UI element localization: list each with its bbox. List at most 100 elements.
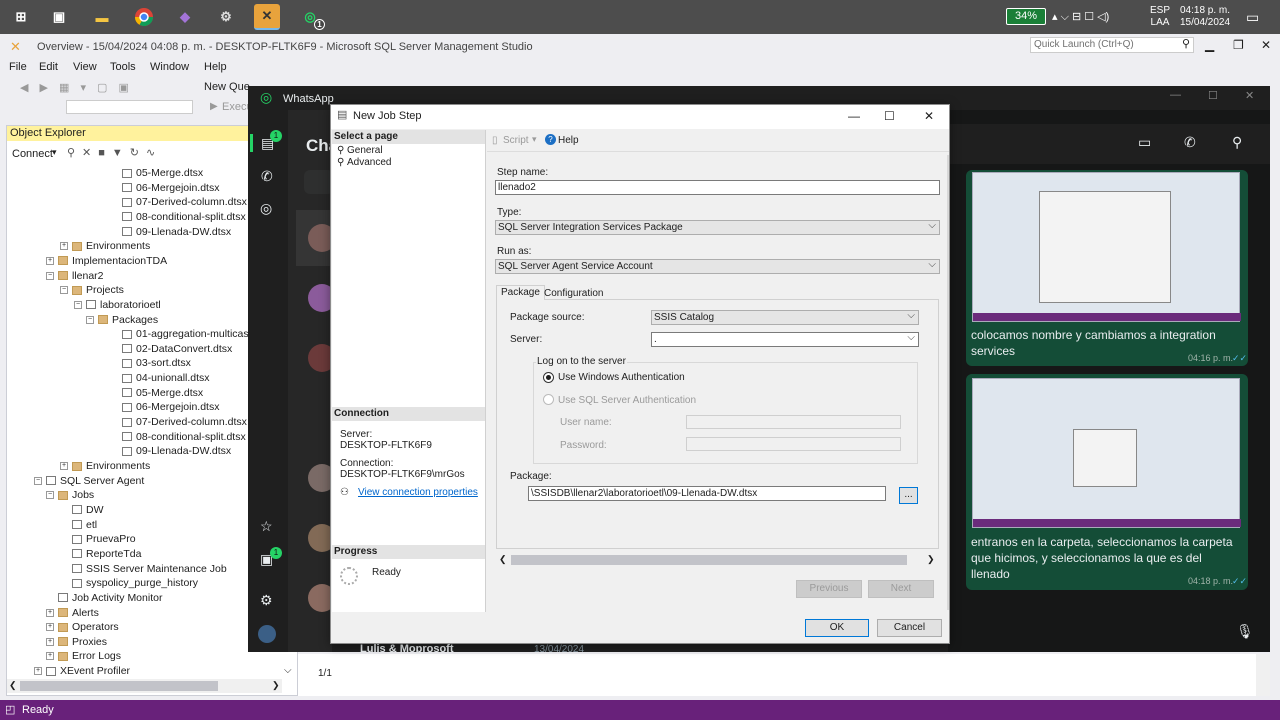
tree-node[interactable]: 03-sort.dtsx [110, 356, 191, 370]
expand-icon[interactable]: + [46, 623, 54, 632]
scrollbar-thumb[interactable] [511, 555, 907, 565]
dialog-minimize-button[interactable]: — [848, 105, 860, 127]
whatsapp-taskbar-icon[interactable]: ◎ 1 [297, 4, 325, 30]
dialog-close-button[interactable]: ✕ [924, 105, 934, 127]
menu-edit[interactable]: Edit [39, 61, 58, 73]
script-dropdown-icon[interactable]: ▾ [532, 134, 537, 145]
wa-close-button[interactable]: ✕ [1245, 89, 1254, 102]
nav-back-forward-icons[interactable]: ◀ ▶ ▦ ▾ ▢ ▣ [20, 81, 133, 94]
tree-node[interactable]: 09-Llenada-DW.dtsx [110, 225, 231, 239]
menu-help[interactable]: Help [204, 61, 227, 73]
dialog-maximize-button[interactable]: ☐ [884, 105, 895, 127]
server-combobox[interactable]: . [651, 331, 919, 347]
tab-package[interactable]: Package [496, 285, 545, 300]
tree-node[interactable]: + Alerts [46, 606, 99, 620]
tree-node[interactable]: − laboratorioetl [74, 298, 161, 312]
tree-node[interactable]: + XEvent Profiler [34, 664, 130, 678]
tree-node[interactable]: − Packages [86, 313, 158, 327]
scroll-right-icon[interactable]: ❯ [927, 554, 935, 565]
tree-node[interactable]: + Proxies [46, 635, 107, 649]
menu-file[interactable]: File [9, 61, 27, 73]
clock[interactable]: 04:18 p. m. 15/04/2024 [1180, 0, 1230, 34]
next-button[interactable]: Next [868, 580, 934, 598]
page-general[interactable]: General [347, 145, 383, 156]
starred-icon[interactable]: ☆ [260, 518, 273, 535]
tree-node[interactable]: 08-conditional-split.dtsx [110, 210, 246, 224]
tree-node[interactable]: etl [60, 518, 97, 532]
tree-node[interactable]: ReporteTda [60, 547, 141, 561]
tree-node[interactable]: + Environments [60, 239, 150, 253]
tree-node[interactable]: 07-Derived-column.dtsx [110, 415, 247, 429]
windows-start-icon[interactable]: ⊞ [8, 4, 34, 30]
scrollbar-thumb[interactable] [20, 681, 218, 691]
collapse-icon[interactable]: − [74, 300, 82, 309]
script-button[interactable]: Script [503, 135, 529, 146]
connect-dropdown-icon[interactable]: ▾ [52, 147, 57, 158]
tab-horizontal-scrollbar[interactable]: ❮ ❯ [497, 553, 938, 567]
microphone-icon[interactable]: 🎙 [1236, 623, 1254, 640]
tab-configuration[interactable]: Configuration [540, 287, 607, 302]
expand-icon[interactable]: + [46, 652, 54, 661]
quick-launch-input[interactable]: Quick Launch (Ctrl+Q) [1030, 37, 1194, 53]
package-path-input[interactable]: \SSISDB\llenar2\laboratorioetl\09-Llenad… [528, 486, 886, 501]
explorer-tool-icons[interactable]: ⚲✕■▼↻∿ [67, 146, 162, 159]
tree-node[interactable]: − Projects [60, 283, 124, 297]
tree-node[interactable]: + Error Logs [46, 649, 121, 663]
expand-icon[interactable]: + [60, 462, 68, 470]
tree-node[interactable]: 01-aggregation-multicast.d [110, 327, 260, 341]
tree-node[interactable]: + Environments [60, 459, 150, 473]
file-explorer-icon[interactable]: ▬ [89, 4, 115, 30]
tree-node[interactable]: 07-Derived-column.dtsx [110, 195, 247, 209]
scroll-left-icon[interactable]: ❮ [9, 680, 17, 691]
expand-icon[interactable]: + [34, 667, 42, 676]
menu-view[interactable]: View [73, 61, 97, 73]
tree-node[interactable]: + ImplementacionTDA [46, 254, 167, 268]
tree-node[interactable]: SSIS Server Maintenance Job [60, 562, 227, 576]
language-indicator[interactable]: ESP LAA [1150, 0, 1170, 34]
tree-node[interactable]: PruevaPro [60, 532, 136, 546]
help-button[interactable]: Help [558, 135, 579, 146]
search-icon[interactable]: ⚲ [1232, 134, 1242, 151]
package-source-select[interactable]: SSIS Catalog [651, 309, 919, 325]
calls-icon[interactable]: ✆ [261, 168, 273, 185]
scroll-left-icon[interactable]: ❮ [499, 554, 507, 565]
tree-node[interactable]: 08-conditional-split.dtsx [110, 430, 246, 444]
tree-node[interactable]: 09-Llenada-DW.dtsx [110, 444, 231, 458]
tree-node[interactable]: DW [60, 503, 104, 517]
tree-node[interactable]: Job Activity Monitor [46, 591, 162, 605]
collapse-icon[interactable]: − [60, 286, 68, 295]
run-as-select[interactable]: SQL Server Agent Service Account [495, 258, 940, 274]
chrome-icon[interactable] [131, 4, 157, 30]
expand-icon[interactable]: + [46, 608, 54, 617]
tree-node[interactable]: 06-Mergejoin.dtsx [110, 181, 219, 195]
ssms-taskbar-icon[interactable]: ✕ [254, 4, 280, 30]
view-connection-properties-link[interactable]: View connection properties [358, 487, 478, 498]
visual-studio-icon[interactable]: ◆ [172, 4, 198, 30]
execute-icon[interactable]: ▶ [210, 101, 218, 112]
ok-button[interactable]: OK [805, 619, 869, 637]
wa-minimize-button[interactable]: — [1170, 89, 1181, 101]
voice-call-icon[interactable]: ✆ [1184, 134, 1196, 151]
tree-node[interactable]: − Jobs [46, 488, 94, 502]
status-icon[interactable]: ◎ [260, 200, 272, 217]
vertical-scrollbar[interactable] [1256, 654, 1270, 696]
battery-indicator[interactable]: 34% [1006, 8, 1046, 25]
browse-package-button[interactable]: ... [899, 487, 918, 504]
collapse-icon[interactable]: − [34, 476, 42, 485]
tree-node[interactable]: 06-Mergejoin.dtsx [110, 400, 219, 414]
minimize-button[interactable]: ▁ [1205, 38, 1214, 52]
tree-node[interactable]: − llenar2 [46, 269, 104, 283]
password-input[interactable] [686, 437, 901, 451]
chevron-down-icon[interactable]: ⌵ [284, 665, 292, 676]
expand-icon[interactable]: + [46, 256, 54, 265]
previous-button[interactable]: Previous [796, 580, 862, 598]
tree-node[interactable]: 02-DataConvert.dtsx [110, 342, 232, 356]
restore-button[interactable]: ❐ [1233, 38, 1244, 52]
new-query-button[interactable]: New Que [204, 81, 250, 93]
scroll-right-icon[interactable]: ❯ [272, 680, 280, 691]
settings-gear-icon[interactable]: ⚙ [213, 4, 239, 30]
settings-icon[interactable]: ⚙ [260, 592, 273, 609]
collapse-icon[interactable]: − [46, 491, 54, 500]
connect-button[interactable]: Connect [12, 148, 53, 160]
video-call-icon[interactable]: ▭ [1138, 134, 1151, 151]
